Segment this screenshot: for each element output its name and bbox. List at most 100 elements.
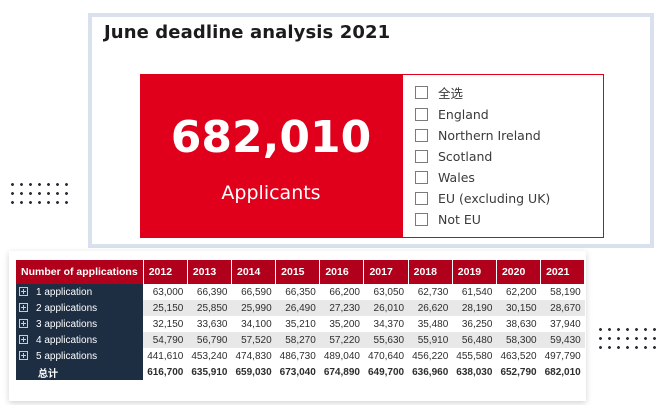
table-row: 5 applications 441,610 453,240 474,830 4… — [16, 348, 585, 364]
decorative-dot-grid — [8, 180, 70, 206]
table-cell: 35,480 — [417, 318, 449, 330]
expand-icon[interactable] — [19, 318, 28, 328]
year-header[interactable]: 2014 — [231, 260, 277, 284]
total-cell: 682,010 — [544, 366, 581, 378]
total-cell: 674,890 — [323, 366, 360, 378]
year-header[interactable]: 2013 — [187, 260, 233, 284]
table-cell: 55,910 — [408, 332, 453, 348]
table-cell: 497,790 — [544, 350, 581, 362]
checkbox[interactable] — [415, 149, 428, 163]
year-header[interactable]: 2012 — [143, 260, 188, 284]
table-cell: 54,790 — [143, 332, 188, 348]
expand-icon[interactable] — [19, 302, 28, 312]
slicer-item-northern-ireland[interactable]: Northern Ireland — [415, 125, 541, 145]
checkbox[interactable] — [415, 212, 428, 226]
expand-icon[interactable] — [19, 286, 28, 296]
slicer-item-label: Not EU — [438, 211, 481, 227]
table-row: 1 application 63,000 66,390 66,590 66,35… — [16, 284, 585, 300]
slicer-item-label: Scotland — [438, 148, 493, 164]
table-cell: 489,040 — [323, 350, 360, 362]
table-cell: 27,230 — [319, 300, 364, 316]
checkbox[interactable] — [415, 85, 428, 99]
total-row: 总计 616,700 635,910 659,030 673,040 674,8… — [16, 364, 585, 380]
table-cell: 36,250 — [461, 318, 493, 330]
table-cell: 57,520 — [231, 332, 276, 348]
table-cell: 486,730 — [279, 350, 316, 362]
table-cell: 26,620 — [408, 300, 453, 316]
table-cell: 58,190 — [550, 286, 581, 298]
table-cell: 63,050 — [373, 286, 405, 298]
table-cell: 59,430 — [540, 332, 585, 348]
total-cell: 649,700 — [367, 366, 405, 378]
table-cell: 34,100 — [241, 318, 272, 330]
table-cell: 57,220 — [319, 332, 364, 348]
table-cell: 58,300 — [496, 332, 541, 348]
year-header[interactable]: 2016 — [319, 260, 365, 284]
table-cell: 441,610 — [147, 350, 184, 362]
total-cell: 636,960 — [412, 366, 449, 378]
slicer-item-label: 全选 — [438, 85, 464, 101]
table-cell: 66,350 — [285, 286, 316, 298]
table-cell: 32,150 — [152, 318, 184, 330]
slicer-item-scotland[interactable]: Scotland — [415, 146, 492, 166]
year-header[interactable]: 2017 — [363, 260, 409, 284]
row-label: 5 applications — [36, 350, 98, 362]
table-cell: 26,010 — [363, 300, 409, 316]
checkbox[interactable] — [415, 128, 428, 142]
slicer-item-eu-excluding-uk[interactable]: EU (excluding UK) — [415, 188, 550, 208]
table-cell: 37,940 — [550, 318, 581, 330]
table-cell: 463,520 — [500, 350, 537, 362]
applications-matrix: Number of applications 2012 2013 2014 20… — [16, 260, 586, 380]
total-cell: 659,030 — [235, 366, 272, 378]
expand-icon[interactable] — [19, 350, 28, 360]
total-cell: 652,790 — [500, 366, 537, 378]
table-cell: 34,370 — [373, 318, 405, 330]
total-cell: 616,700 — [147, 366, 184, 378]
slicer-item-label: England — [438, 106, 489, 122]
table-cell: 63,000 — [152, 286, 184, 298]
row-label: 2 applications — [36, 302, 98, 314]
expand-icon[interactable] — [19, 334, 28, 344]
year-header[interactable]: 2015 — [275, 260, 321, 284]
year-header[interactable]: 2021 — [540, 260, 586, 284]
total-cell: 673,040 — [279, 366, 316, 378]
slicer-item-label: EU (excluding UK) — [438, 190, 551, 206]
checkbox[interactable] — [415, 107, 428, 121]
table-cell: 33,630 — [196, 318, 228, 330]
checkbox[interactable] — [415, 191, 428, 205]
year-header[interactable]: 2019 — [452, 260, 497, 284]
row-label: 4 applications — [36, 334, 98, 346]
year-header[interactable]: 2020 — [496, 260, 542, 284]
table-cell: 26,490 — [275, 300, 320, 316]
table-cell: 66,590 — [241, 286, 272, 298]
decorative-dot-grid — [596, 325, 657, 351]
table-cell: 28,670 — [540, 300, 585, 316]
slicer-item-not-eu[interactable]: Not EU — [415, 209, 481, 229]
slicer-item-wales[interactable]: Wales — [415, 167, 475, 187]
slicer-item-select-all[interactable]: 全选 — [415, 82, 463, 102]
table-cell: 56,790 — [187, 332, 232, 348]
slicer-item-england[interactable]: England — [415, 104, 489, 124]
row-label: 3 applications — [36, 318, 98, 330]
total-cell: 635,910 — [191, 366, 228, 378]
table-cell: 25,850 — [187, 300, 232, 316]
kpi-label: Applicants — [221, 182, 321, 204]
slicer-item-label: Wales — [438, 169, 475, 185]
table-cell: 456,220 — [412, 350, 449, 362]
table-cell: 66,390 — [196, 286, 228, 298]
table-cell: 61,540 — [461, 286, 493, 298]
checkbox[interactable] — [415, 170, 428, 184]
table-row: 4 applications 54,790 56,790 57,520 58,2… — [16, 332, 585, 348]
table-cell: 30,150 — [496, 300, 541, 316]
corner-header[interactable]: Number of applications — [16, 260, 144, 284]
year-header[interactable]: 2018 — [408, 260, 453, 284]
row-header: 3 applications — [16, 316, 144, 332]
row-label: 1 application — [36, 286, 93, 298]
table-cell: 35,210 — [285, 318, 316, 330]
table-cell: 35,200 — [329, 318, 360, 330]
table-row: 2 applications 25,150 25,850 25,990 26,4… — [16, 300, 585, 316]
row-header: 5 applications — [16, 348, 144, 364]
table-cell: 474,830 — [235, 350, 272, 362]
total-cell: 638,030 — [456, 366, 493, 378]
table-cell: 25,990 — [231, 300, 276, 316]
